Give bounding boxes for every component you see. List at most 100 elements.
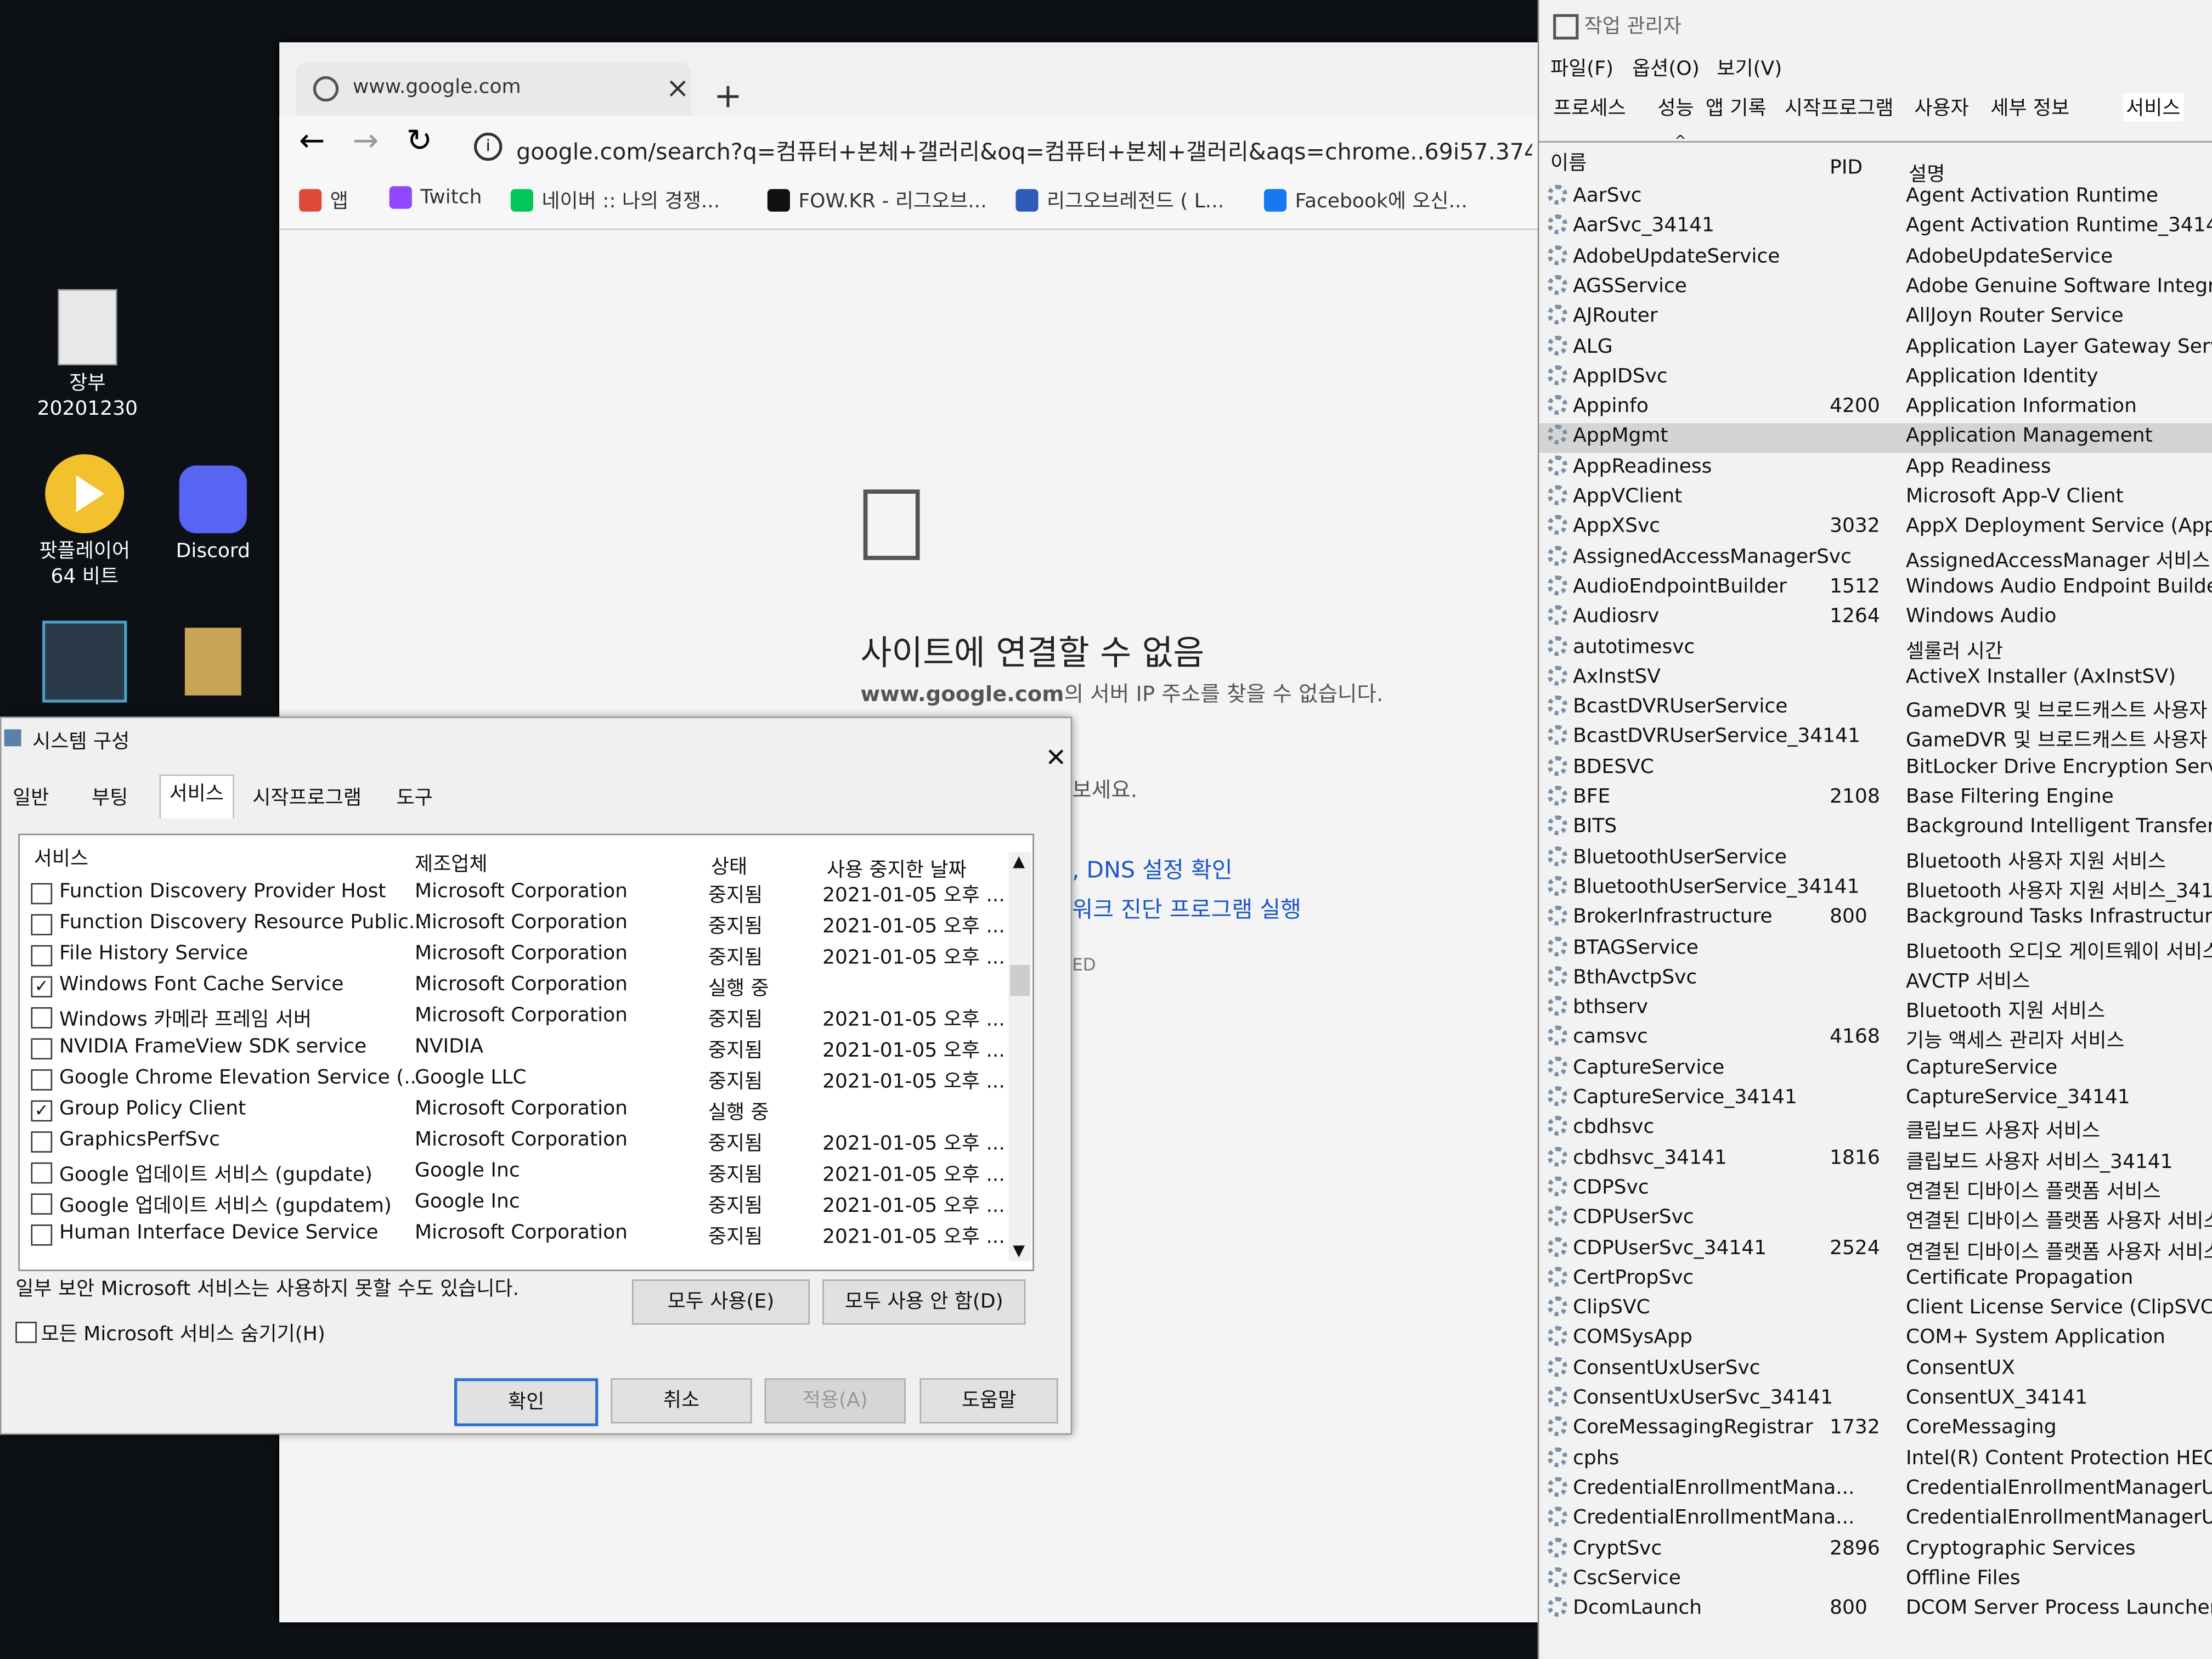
service-row[interactable]: AGSService Adobe Genuine Software Integri… (1539, 274, 2212, 303)
service-row[interactable]: BluetoothUserService Bluetooth 사용자 지원 서비스 (1539, 844, 2212, 874)
tab-1[interactable]: 성능 (1655, 93, 1697, 121)
service-row[interactable]: CaptureService CaptureService (1539, 1055, 2212, 1085)
service-row[interactable]: BITS Background Intelligent Transfer Serv… (1539, 814, 2212, 844)
tab-5[interactable]: 세부 정보 (1988, 93, 2072, 121)
service-checkbox[interactable] (31, 883, 53, 905)
cancel-button[interactable]: 취소 (611, 1378, 752, 1424)
service-row[interactable]: CertPropSvc Certificate Propagation (1539, 1265, 2212, 1295)
scroll-up-icon[interactable]: ▲ (1013, 852, 1025, 870)
back-icon[interactable]: ← (299, 124, 325, 159)
desktop-icon-potplayer[interactable]: 팟플레이어 64 비트 (28, 454, 141, 590)
enable-all-button[interactable]: 모두 사용(E) (631, 1279, 810, 1325)
service-row[interactable]: ClipSVC Client License Service (ClipSVC) (1539, 1295, 2212, 1325)
service-row[interactable]: cbdhsvc 클립보드 사용자 서비스 (1539, 1115, 2212, 1144)
service-row[interactable]: CDPSvc 연결된 디바이스 플랫폼 서비스 (1539, 1175, 2212, 1205)
service-row[interactable]: ConsentUxUserSvc_34141 ConsentUX_34141 (1539, 1385, 2212, 1415)
service-checkbox[interactable] (31, 1131, 53, 1153)
service-row[interactable]: CoreMessagingRegistrar 1732 CoreMessaging (1539, 1415, 2212, 1445)
service-row[interactable]: ALG Application Layer Gateway Service (1539, 334, 2212, 363)
desktop-icon-video-editor[interactable] (28, 620, 141, 708)
scroll-down-icon[interactable]: ▼ (1013, 1242, 1025, 1260)
disable-all-button[interactable]: 모두 사용 안 함(D) (822, 1279, 1026, 1325)
service-row[interactable]: Audiosrv 1264 Windows Audio (1539, 604, 2212, 634)
service-row[interactable]: BcastDVRUserService_34141 GameDVR 및 브로드캐스… (1539, 724, 2212, 754)
service-row[interactable]: cphs Intel(R) Content Protection HECI Ser… (1539, 1446, 2212, 1475)
menu-item-1[interactable]: 옵션(O) (1632, 54, 1700, 82)
desktop-icon-ledger[interactable]: 장부 20201230 (31, 289, 144, 422)
service-row[interactable]: Function Discovery Provider Host Microsof… (20, 877, 1007, 909)
service-row[interactable]: AppReadiness App Readiness (1539, 454, 2212, 483)
tab-4[interactable]: 도구 (388, 780, 441, 817)
ok-button[interactable]: 확인 (454, 1378, 599, 1426)
service-row[interactable]: CredentialEnrollmentMana... CredentialEnr… (1539, 1505, 2212, 1535)
service-row[interactable]: BFE 2108 Base Filtering Engine (1539, 785, 2212, 814)
service-row[interactable]: CryptSvc 2896 Cryptographic Services (1539, 1536, 2212, 1565)
service-row[interactable]: autotimesvc 셀룰러 시간 (1539, 634, 2212, 664)
service-row[interactable]: GraphicsPerfSvc Microsoft Corporation 중지됨 2… (20, 1126, 1007, 1157)
close-tab-icon[interactable]: × (666, 71, 690, 105)
help-button[interactable]: 도움말 (919, 1378, 1058, 1424)
bookmark-4[interactable]: 리그오브레전드 ( L... (1015, 186, 1224, 214)
service-row[interactable]: CredentialEnrollmentMana... CredentialEnr… (1539, 1475, 2212, 1505)
tab-3[interactable]: 시작프로그램 (1782, 93, 1897, 121)
scrollbar[interactable]: ▲ ▼ (1008, 852, 1031, 1261)
tab-4[interactable]: 사용자 (1911, 93, 1972, 121)
menu-item-0[interactable]: 파일(F) (1550, 54, 1613, 82)
tab-0[interactable]: 프로세스 (1550, 93, 1629, 121)
service-checkbox[interactable] (31, 914, 53, 935)
network-diagnostics-link[interactable]: 워크 진단 프로그램 실행 (1072, 890, 1301, 924)
service-row[interactable]: ✓ Windows Font Cache Service Microsoft Cor… (20, 970, 1007, 1002)
close-icon[interactable]: ✕ (1045, 743, 1066, 773)
hide-ms-services-checkbox[interactable] (15, 1322, 37, 1343)
service-checkbox[interactable] (31, 1069, 53, 1091)
bookmark-5[interactable]: Facebook에 오신... (1263, 186, 1468, 214)
address-bar[interactable]: google.com/search?q=컴퓨터+본체+갤러리&oq=컴퓨터+본체… (516, 133, 1532, 167)
service-row[interactable]: CDPUserSvc_34141 2524 연결된 디바이스 플랫폼 사용자 서비스… (1539, 1235, 2212, 1265)
service-row[interactable]: AudioEndpointBuilder 1512 Windows Audio En… (1539, 574, 2212, 603)
bookmark-3[interactable]: FOW.KR - 리그오브... (767, 186, 987, 214)
service-checkbox[interactable] (31, 1007, 53, 1029)
tab-2[interactable]: 앱 기록 (1703, 93, 1769, 121)
column-header-status[interactable]: 상태 (711, 852, 747, 880)
service-row[interactable]: BTAGService Bluetooth 오디오 게이트웨이 서비스 (1539, 935, 2212, 964)
service-row[interactable]: AJRouter AllJoyn Router Service (1539, 303, 2212, 333)
service-checkbox[interactable] (31, 1162, 53, 1184)
service-checkbox[interactable] (31, 1224, 53, 1246)
service-checkbox[interactable] (31, 1038, 53, 1060)
service-row[interactable]: NVIDIA FrameView SDK service NVIDIA 중지됨 202… (20, 1032, 1007, 1064)
service-row[interactable]: DcomLaunch 800 DCOM Server Process Launche… (1539, 1595, 2212, 1625)
column-header-vendor[interactable]: 제조업체 (415, 849, 488, 877)
service-row[interactable]: Windows 카메라 프레임 서버 Microsoft Corporation 중… (20, 1002, 1007, 1033)
service-row[interactable]: AarSvc_34141 Agent Activation Runtime_341… (1539, 213, 2212, 243)
hide-ms-services-label[interactable]: 모든 Microsoft 서비스 숨기기(H) (41, 1319, 325, 1347)
desktop-icon-discord[interactable]: Discord (156, 465, 269, 565)
tab-0[interactable]: 일반 (4, 780, 58, 817)
service-row[interactable]: Google 업데이트 서비스 (gupdatem) Google Inc 중지됨 2… (20, 1188, 1007, 1219)
service-row[interactable]: Google Chrome Elevation Service (... Goog… (20, 1064, 1007, 1095)
service-row[interactable]: AppXSvc 3032 AppX Deployment Service (AppX… (1539, 514, 2212, 544)
tab-2[interactable]: 서비스 (159, 774, 234, 819)
service-row[interactable]: AppIDSvc Application Identity (1539, 364, 2212, 393)
service-row[interactable]: AarSvc Agent Activation Runtime (1539, 183, 2212, 213)
column-header-pid[interactable]: PID (1830, 156, 1863, 179)
reload-icon[interactable]: ↻ (407, 124, 432, 159)
forward-icon[interactable]: → (353, 124, 379, 159)
column-header-service[interactable]: 서비스 (34, 844, 88, 872)
service-checkbox[interactable] (31, 1193, 53, 1215)
bookmark-0[interactable]: 앱 (299, 186, 348, 214)
service-checkbox[interactable]: ✓ (31, 1100, 53, 1122)
service-row[interactable]: File History Service Microsoft Corporatio… (20, 940, 1007, 971)
scroll-thumb[interactable] (1010, 964, 1030, 996)
tab-3[interactable]: 시작프로그램 (244, 780, 370, 817)
service-row[interactable]: AppMgmt Application Management (1539, 424, 2212, 454)
service-row[interactable]: AxInstSV ActiveX Installer (AxInstSV) (1539, 664, 2212, 694)
service-checkbox[interactable]: ✓ (31, 976, 53, 997)
service-row[interactable]: CDPUserSvc 연결된 디바이스 플랫폼 사용자 서비스 (1539, 1205, 2212, 1234)
service-row[interactable]: AssignedAccessManagerSvc AssignedAccessMa… (1539, 544, 2212, 574)
service-row[interactable]: BluetoothUserService_34141 Bluetooth 사용자 … (1539, 874, 2212, 904)
service-row[interactable]: Function Discovery Resource Public... Mic… (20, 909, 1007, 940)
desktop-icon-folder[interactable] (156, 628, 269, 701)
apply-button[interactable]: 적용(A) (764, 1378, 906, 1424)
bookmark-1[interactable]: Twitch (389, 186, 482, 209)
service-row[interactable]: COMSysApp COM+ System Application (1539, 1325, 2212, 1355)
